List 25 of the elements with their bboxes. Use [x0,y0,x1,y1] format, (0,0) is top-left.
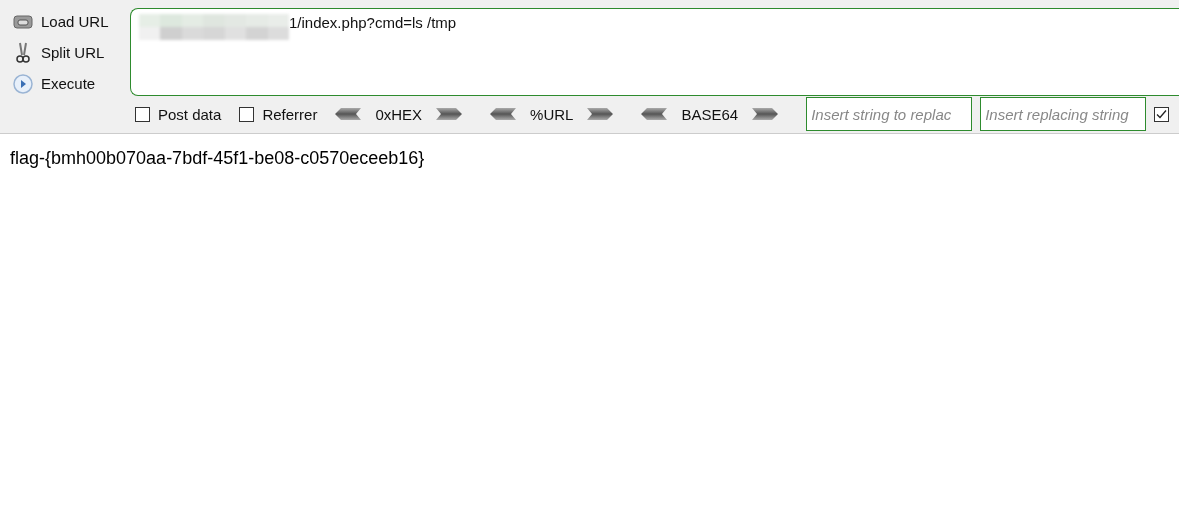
replace-field[interactable]: Insert replacing string [980,97,1147,132]
encoding-label: %URL [530,105,574,123]
sidebar-button[interactable]: Load URL [0,6,122,37]
encoding-label: BASE64 [681,105,739,123]
encode-arrow-icon[interactable] [752,107,779,122]
encoding-label: 0xHEX [375,105,423,123]
sidebar-button[interactable]: Split URL [0,37,122,68]
flag-text: flag-{bmh00b070aa-7bdf-45f1-be08-c0570eceeb16} [10,148,426,169]
url-field[interactable]: 1/index.php?cmd=ls /tmp [130,8,1179,96]
checkbox-label: Referrer [262,105,318,123]
decode-arrow-icon[interactable] [490,107,517,122]
checkbox[interactable] [135,106,150,122]
encode-arrow-icon[interactable] [436,107,463,122]
sidebar-button[interactable]: Execute [0,68,122,99]
decode-arrow-icon[interactable] [641,107,668,122]
check-mark-icon [1156,108,1168,120]
replace-field[interactable]: Insert string to replac [806,97,973,132]
encode-arrow-icon[interactable] [587,107,614,122]
checkbox[interactable] [1154,106,1170,122]
decode-arrow-icon[interactable] [335,107,362,122]
drive-icon [13,13,33,30]
checkbox[interactable] [239,106,255,122]
scissors-icon [16,41,30,64]
play-icon [13,73,33,94]
checkbox-label: Post data [158,105,222,123]
